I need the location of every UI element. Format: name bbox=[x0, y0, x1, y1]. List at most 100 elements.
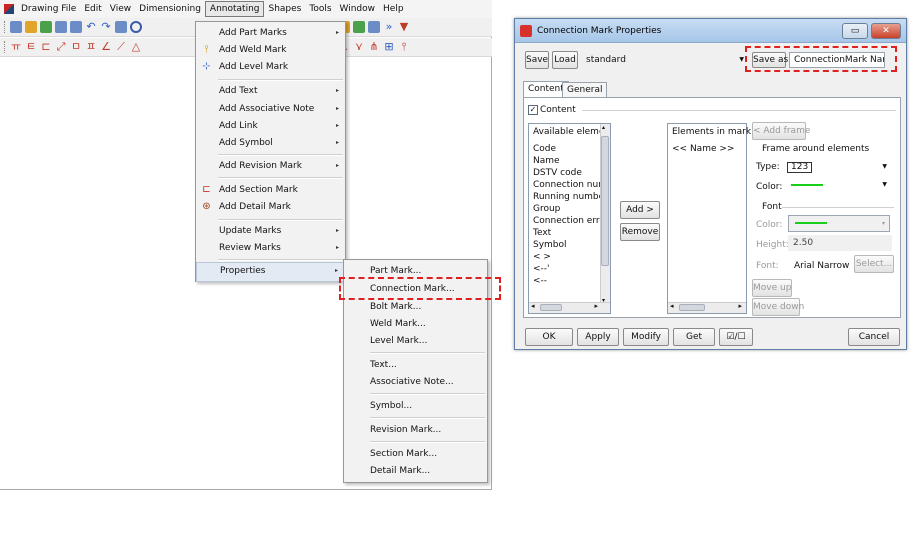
submenu-item-section-mark[interactable]: Section Mark... bbox=[344, 445, 487, 463]
list-item[interactable]: Code bbox=[533, 144, 556, 155]
list-item[interactable]: Connection erro bbox=[533, 216, 605, 227]
modify-button[interactable]: Modify bbox=[623, 328, 669, 346]
list-item[interactable]: <-- bbox=[533, 276, 547, 287]
filter-icon[interactable]: ▼ bbox=[398, 21, 410, 33]
menu-item-add-part-marks[interactable]: Add Part Marks ▸ bbox=[196, 24, 345, 42]
menu-item-add-level-mark[interactable]: ⊹ Add Level Mark bbox=[196, 58, 345, 76]
export-icon[interactable] bbox=[70, 21, 82, 33]
horizontal-scrollbar[interactable]: ◂ ▸ bbox=[668, 302, 746, 313]
new-drawing-icon[interactable] bbox=[10, 21, 22, 33]
print-icon[interactable] bbox=[55, 21, 67, 33]
menu-drawing-file[interactable]: Drawing File bbox=[17, 1, 80, 17]
list-item[interactable]: Name bbox=[533, 156, 560, 167]
menu-item-add-section-mark[interactable]: ⊏ Add Section Mark bbox=[196, 181, 345, 199]
snap-tool-icon[interactable]: ⋔ bbox=[368, 41, 380, 53]
submenu-item-level-mark[interactable]: Level Mark... bbox=[344, 332, 487, 350]
forward-icon[interactable]: » bbox=[383, 21, 395, 33]
submenu-item-text[interactable]: Text... bbox=[344, 356, 487, 374]
tab-general[interactable]: General bbox=[562, 82, 608, 98]
add-element-button[interactable]: Add > bbox=[620, 201, 660, 219]
font-select-button[interactable]: Select... bbox=[854, 255, 894, 273]
properties-icon[interactable] bbox=[115, 21, 127, 33]
font-height-input[interactable]: 2.50 bbox=[788, 235, 892, 251]
list-item[interactable]: Symbol bbox=[533, 240, 567, 251]
dimension-tool-icon[interactable]: ㅠ bbox=[10, 41, 22, 53]
menu-annotating[interactable]: Annotating bbox=[204, 1, 265, 17]
vertical-scrollbar[interactable]: ▴ ▾ bbox=[600, 124, 610, 304]
menu-item-properties[interactable]: Properties ▸ bbox=[196, 262, 345, 282]
scroll-thumb[interactable] bbox=[679, 304, 705, 311]
undo-icon[interactable]: ↶ bbox=[85, 21, 97, 33]
dimension-tool-icon[interactable]: ⊏ bbox=[40, 41, 52, 53]
list-item[interactable]: <--' bbox=[533, 264, 550, 275]
menu-item-add-link[interactable]: Add Link ▸ bbox=[196, 117, 345, 135]
horizontal-scrollbar[interactable]: ◂ ▸ bbox=[529, 302, 610, 313]
get-button[interactable]: Get bbox=[673, 328, 715, 346]
menu-item-add-detail-mark[interactable]: ⊛ Add Detail Mark bbox=[196, 198, 345, 216]
scroll-right-icon[interactable]: ▸ bbox=[594, 302, 598, 310]
apply-button[interactable]: Apply bbox=[577, 328, 619, 346]
submenu-item-revision-mark[interactable]: Revision Mark... bbox=[344, 421, 487, 439]
list-item[interactable]: < > bbox=[533, 252, 551, 263]
content-checkbox[interactable]: ✓ bbox=[528, 105, 538, 115]
menu-item-review-marks[interactable]: Review Marks ▸ bbox=[196, 239, 345, 257]
list-item[interactable]: << Name >> bbox=[672, 144, 734, 155]
font-color-select[interactable]: ▾ bbox=[788, 215, 890, 232]
dimension-tool-icon[interactable]: ⟋ bbox=[115, 41, 127, 53]
scroll-up-icon[interactable]: ▴ bbox=[602, 124, 605, 131]
move-up-button[interactable]: Move up bbox=[752, 279, 792, 297]
dimension-tool-icon[interactable]: ㅌ bbox=[25, 41, 37, 53]
list-item[interactable]: Running numbe bbox=[533, 192, 604, 203]
minimize-button[interactable]: ▭ bbox=[842, 23, 868, 39]
snap-tool-icon[interactable]: ⊞ bbox=[383, 41, 395, 53]
menu-item-add-symbol[interactable]: Add Symbol ▸ bbox=[196, 134, 345, 152]
preset-select[interactable]: standard ▼ bbox=[581, 51, 749, 69]
frame-color-select[interactable]: ▼ bbox=[782, 176, 892, 194]
list-item[interactable]: Text bbox=[533, 228, 551, 239]
list-item[interactable]: DSTV code bbox=[533, 168, 582, 179]
dimension-tool-icon[interactable]: △ bbox=[130, 41, 142, 53]
scroll-thumb[interactable] bbox=[540, 304, 562, 311]
redo-icon[interactable]: ↷ bbox=[100, 21, 112, 33]
scroll-right-icon[interactable]: ▸ bbox=[738, 302, 742, 310]
menu-edit[interactable]: Edit bbox=[80, 1, 105, 17]
menu-item-update-marks[interactable]: Update Marks ▸ bbox=[196, 222, 345, 240]
scroll-thumb[interactable] bbox=[601, 136, 609, 266]
menu-item-add-weld-mark[interactable]: ⫯ Add Weld Mark bbox=[196, 41, 345, 59]
close-button[interactable]: ✕ bbox=[871, 23, 901, 39]
toggle-all-button[interactable]: ☑/☐ bbox=[719, 328, 753, 346]
layout-icon[interactable] bbox=[368, 21, 380, 33]
menu-item-add-revision-mark[interactable]: Add Revision Mark ▸ bbox=[196, 157, 345, 175]
submenu-item-bolt-mark[interactable]: Bolt Mark... bbox=[344, 298, 487, 316]
submenu-item-weld-mark[interactable]: Weld Mark... bbox=[344, 315, 487, 333]
submenu-item-symbol[interactable]: Symbol... bbox=[344, 397, 487, 415]
snap-icon[interactable] bbox=[353, 21, 365, 33]
move-down-button[interactable]: Move down bbox=[752, 298, 804, 316]
menu-shapes[interactable]: Shapes bbox=[264, 1, 305, 17]
submenu-item-detail-mark[interactable]: Detail Mark... bbox=[344, 462, 487, 480]
save-drawing-icon[interactable] bbox=[40, 21, 52, 33]
menu-window[interactable]: Window bbox=[336, 1, 380, 17]
dimension-tool-icon[interactable]: ⤢ bbox=[55, 41, 67, 53]
menu-help[interactable]: Help bbox=[379, 1, 408, 17]
frame-type-select[interactable]: 123 ▼ bbox=[782, 158, 892, 176]
menu-view[interactable]: View bbox=[106, 1, 135, 17]
menu-tools[interactable]: Tools bbox=[305, 1, 335, 17]
menu-dimensioning[interactable]: Dimensioning bbox=[135, 1, 205, 17]
menu-item-add-text[interactable]: Add Text ▸ bbox=[196, 82, 345, 100]
scroll-left-icon[interactable]: ◂ bbox=[670, 302, 674, 310]
scroll-left-icon[interactable]: ◂ bbox=[531, 302, 535, 310]
dimension-tool-icon[interactable]: ㅁ bbox=[70, 41, 82, 53]
add-frame-button[interactable]: < Add frame bbox=[752, 122, 810, 140]
list-item[interactable]: Connection num bbox=[533, 180, 607, 191]
save-button[interactable]: Save bbox=[525, 51, 549, 69]
snap-tool-icon[interactable]: ⋎ bbox=[353, 41, 365, 53]
zoom-icon[interactable] bbox=[130, 21, 142, 33]
remove-element-button[interactable]: Remove bbox=[620, 223, 660, 241]
list-item[interactable]: Group bbox=[533, 204, 560, 215]
dimension-tool-icon[interactable]: ∠ bbox=[100, 41, 112, 53]
ok-button[interactable]: OK bbox=[525, 328, 573, 346]
submenu-item-associative-note[interactable]: Associative Note... bbox=[344, 373, 487, 391]
toolbar-grip-2[interactable] bbox=[4, 41, 7, 53]
load-button[interactable]: Load bbox=[552, 51, 578, 69]
